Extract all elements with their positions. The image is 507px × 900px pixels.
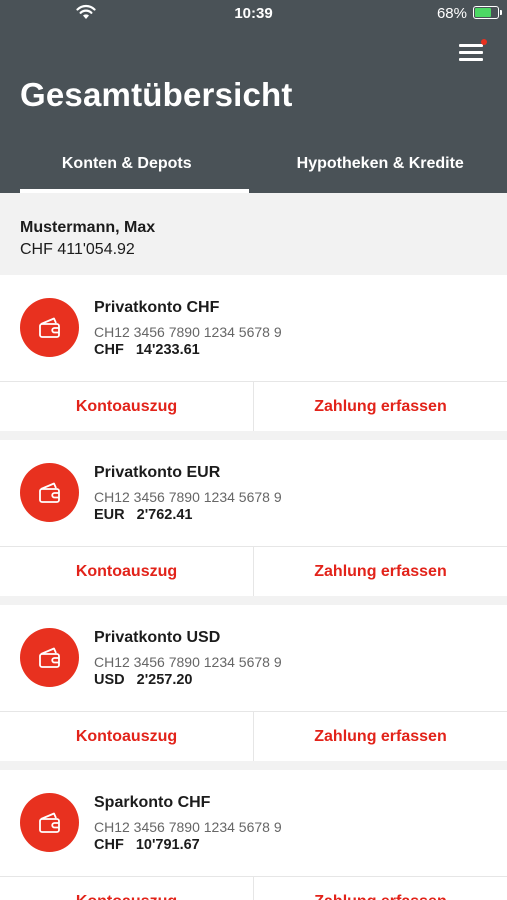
battery-percent: 68% <box>436 5 467 22</box>
account-name: Privatkonto USD <box>94 629 221 646</box>
owner-name: Mustermann, Max <box>20 219 156 236</box>
account-body[interactable]: Privatkonto EUR CH12 3456 7890 1234 5678… <box>0 440 507 546</box>
account-currency: CHF <box>94 342 124 358</box>
account-body[interactable]: Privatkonto USD CH12 3456 7890 1234 5678… <box>0 605 507 711</box>
account-iban: CH12 3456 7890 1234 5678 9 <box>94 819 282 835</box>
menu-button[interactable] <box>459 39 487 62</box>
owner-summary: Mustermann, Max CHF 411'054.92 <box>0 193 507 275</box>
account-balance: EUR 2'762.41 <box>94 507 193 523</box>
battery-icon <box>473 6 502 19</box>
account-name: Sparkonto CHF <box>94 794 211 811</box>
account-list: Privatkonto CHF CH12 3456 7890 1234 5678… <box>0 275 507 900</box>
zahlung-erfassen-button[interactable]: Zahlung erfassen <box>253 547 507 596</box>
account-body[interactable]: Sparkonto CHF CH12 3456 7890 1234 5678 9… <box>0 770 507 876</box>
account-card: Privatkonto CHF CH12 3456 7890 1234 5678… <box>0 275 507 431</box>
tab-konten-depots[interactable]: Konten & Depots <box>0 135 254 193</box>
account-card: Privatkonto USD CH12 3456 7890 1234 5678… <box>0 605 507 761</box>
account-iban: CH12 3456 7890 1234 5678 9 <box>94 489 282 505</box>
account-actions: Kontoauszug Zahlung erfassen <box>0 711 507 761</box>
clock: 10:39 <box>234 5 273 22</box>
account-amount: 2'762.41 <box>136 507 193 523</box>
notification-dot <box>481 39 487 45</box>
account-actions: Kontoauszug Zahlung erfassen <box>0 381 507 431</box>
wallet-icon <box>20 793 79 852</box>
account-iban: CH12 3456 7890 1234 5678 9 <box>94 654 282 670</box>
kontoauszug-button[interactable]: Kontoauszug <box>0 712 253 761</box>
account-currency: USD <box>94 672 125 688</box>
tab-bar: Konten & Depots Hypotheken & Kredite <box>0 135 507 193</box>
owner-total: CHF 411'054.92 <box>20 241 135 258</box>
wallet-icon <box>20 628 79 687</box>
wallet-icon <box>20 463 79 522</box>
kontoauszug-button[interactable]: Kontoauszug <box>0 547 253 596</box>
zahlung-erfassen-button[interactable]: Zahlung erfassen <box>253 877 507 900</box>
account-name: Privatkonto CHF <box>94 299 220 316</box>
page-title: Gesamtübersicht <box>20 76 293 113</box>
account-name: Privatkonto EUR <box>94 464 221 481</box>
account-body[interactable]: Privatkonto CHF CH12 3456 7890 1234 5678… <box>0 275 507 381</box>
account-actions: Kontoauszug Zahlung erfassen <box>0 546 507 596</box>
account-card: Privatkonto EUR CH12 3456 7890 1234 5678… <box>0 440 507 596</box>
status-bar: 10:39 68% <box>0 0 507 28</box>
zahlung-erfassen-button[interactable]: Zahlung erfassen <box>253 382 507 431</box>
account-balance: CHF 10'791.67 <box>94 837 200 853</box>
account-amount: 14'233.61 <box>135 342 200 358</box>
account-iban: CH12 3456 7890 1234 5678 9 <box>94 324 282 340</box>
account-currency: CHF <box>94 837 124 853</box>
tab-hypotheken-kredite[interactable]: Hypotheken & Kredite <box>254 135 507 193</box>
account-amount: 2'257.20 <box>136 672 193 688</box>
wallet-icon <box>20 298 79 357</box>
account-currency: EUR <box>94 507 125 523</box>
account-balance: CHF 14'233.61 <box>94 342 200 358</box>
app-header: 10:39 68% Gesamtübersicht Konten & Depot… <box>0 0 507 193</box>
account-amount: 10'791.67 <box>135 837 200 853</box>
zahlung-erfassen-button[interactable]: Zahlung erfassen <box>253 712 507 761</box>
kontoauszug-button[interactable]: Kontoauszug <box>0 877 253 900</box>
kontoauszug-button[interactable]: Kontoauszug <box>0 382 253 431</box>
account-actions: Kontoauszug Zahlung erfassen <box>0 876 507 900</box>
account-card: Sparkonto CHF CH12 3456 7890 1234 5678 9… <box>0 770 507 900</box>
account-balance: USD 2'257.20 <box>94 672 193 688</box>
